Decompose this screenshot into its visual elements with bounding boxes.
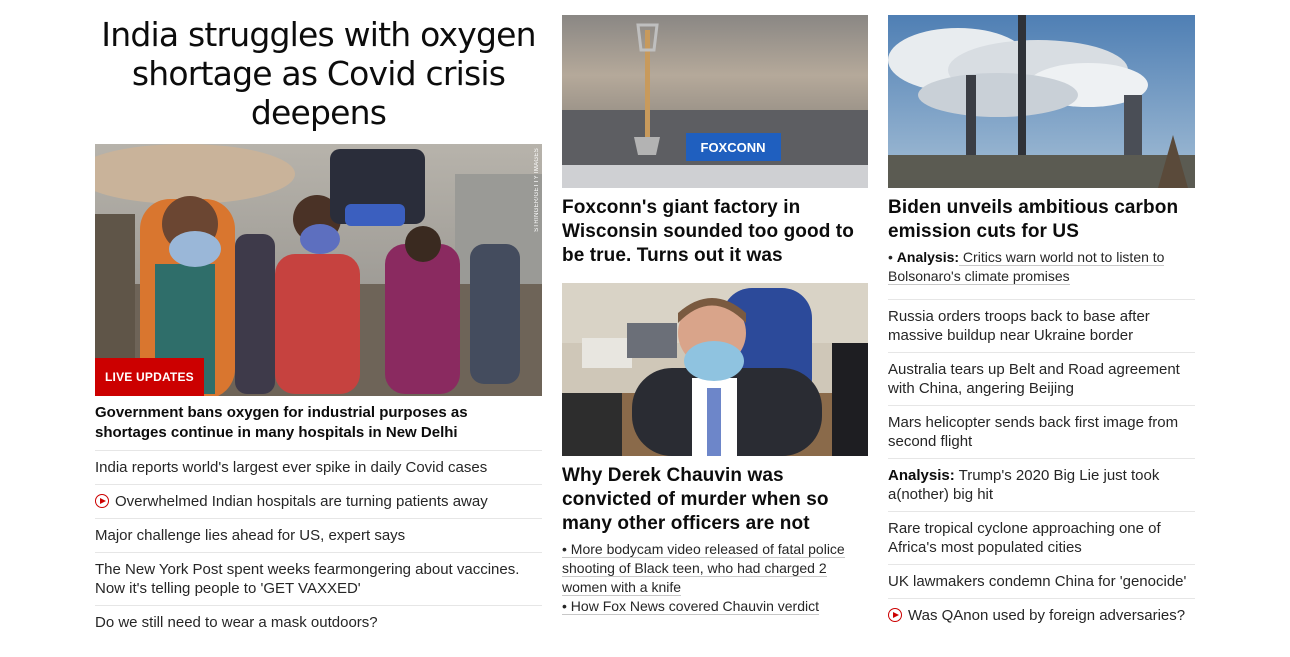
analysis-label: Analysis: xyxy=(896,249,960,265)
list-item-text: Major challenge lies ahead for US, exper… xyxy=(95,527,406,544)
foxconn-headline[interactable]: Foxconn's giant factory in Wisconsin sou… xyxy=(562,196,868,268)
list-item[interactable]: Do we still need to wear a mask outdoors… xyxy=(95,606,542,639)
bullet-text: • How Fox News covered Chauvin verdict xyxy=(562,598,819,615)
list-item[interactable]: Major challenge lies ahead for US, exper… xyxy=(95,519,542,553)
foxconn-sign-text: FOXCONN xyxy=(701,140,766,155)
list-item[interactable]: Was QAnon used by foreign adversaries? xyxy=(888,599,1195,632)
list-item-text: The New York Post spent weeks fearmonger… xyxy=(95,561,520,597)
list-item-text: Was QAnon used by foreign adversaries? xyxy=(908,607,1186,624)
chauvin-headline[interactable]: Why Derek Chauvin was convicted of murde… xyxy=(562,464,868,536)
video-play-icon xyxy=(95,494,109,508)
foxconn-image[interactable]: FOXCONN xyxy=(562,15,868,188)
list-item[interactable]: Analysis: Trump's 2020 Big Lie just took… xyxy=(888,459,1195,512)
emissions-image[interactable] xyxy=(888,15,1195,188)
list-item[interactable]: The New York Post spent weeks fearmonger… xyxy=(95,553,542,606)
list-item[interactable]: Mars helicopter sends back first image f… xyxy=(888,406,1195,459)
bullet-prefix: • xyxy=(888,249,897,265)
list-item-text: Russia orders troops back to base after … xyxy=(888,308,1150,344)
chauvin-bullets: • More bodycam video released of fatal p… xyxy=(562,540,868,616)
foxconn-photo: FOXCONN xyxy=(562,15,868,188)
lead-story-column: India struggles with oxygen shortage as … xyxy=(95,0,542,639)
list-item-text: India reports world's largest ever spike… xyxy=(95,459,488,476)
list-item-text: UK lawmakers condemn China for 'genocide… xyxy=(888,573,1187,590)
list-item-text: Overwhelmed Indian hospitals are turning… xyxy=(115,493,488,510)
list-item-text: Do we still need to wear a mask outdoors… xyxy=(95,614,378,631)
list-item[interactable]: UK lawmakers condemn China for 'genocide… xyxy=(888,565,1195,599)
list-item[interactable]: Australia tears up Belt and Road agreeme… xyxy=(888,353,1195,406)
chauvin-image[interactable] xyxy=(562,283,868,456)
biden-bullets: • Analysis: Critics warn world not to li… xyxy=(888,248,1195,286)
list-item[interactable]: India reports world's largest ever spike… xyxy=(95,451,542,485)
list-item[interactable]: Russia orders troops back to base after … xyxy=(888,300,1195,353)
bullet-text: • More bodycam video released of fatal p… xyxy=(562,541,845,596)
video-play-icon xyxy=(888,608,902,622)
list-item[interactable]: Overwhelmed Indian hospitals are turning… xyxy=(95,485,542,519)
bullet-link[interactable]: • More bodycam video released of fatal p… xyxy=(562,540,868,597)
live-updates-badge[interactable]: LIVE UPDATES xyxy=(95,358,204,396)
middle-column: FOXCONN Foxconn's giant factory in Wisco… xyxy=(562,0,868,616)
photo-credit: STRINGER/GETTY IMAGES xyxy=(534,148,540,232)
lead-story-list: India reports world's largest ever spike… xyxy=(95,451,542,639)
right-story-list: Russia orders troops back to base after … xyxy=(888,299,1195,632)
chauvin-photo xyxy=(562,283,868,456)
list-item-text: Australia tears up Belt and Road agreeme… xyxy=(888,361,1180,397)
emissions-photo xyxy=(888,15,1195,188)
lead-subheadline[interactable]: Government bans oxygen for industrial pu… xyxy=(95,396,542,451)
analysis-label: Analysis: xyxy=(888,467,955,484)
bullet-link[interactable]: • How Fox News covered Chauvin verdict xyxy=(562,597,868,616)
list-item-text: Mars helicopter sends back first image f… xyxy=(888,414,1179,450)
lead-image[interactable]: STRINGER/GETTY IMAGES LIVE UPDATES xyxy=(95,144,542,396)
list-item-text: Rare tropical cyclone approaching one of… xyxy=(888,520,1161,556)
biden-headline[interactable]: Biden unveils ambitious carbon emission … xyxy=(888,196,1195,244)
lead-headline[interactable]: India struggles with oxygen shortage as … xyxy=(95,15,542,132)
list-item[interactable]: Rare tropical cyclone approaching one of… xyxy=(888,512,1195,565)
bullet-link[interactable]: • Analysis: Critics warn world not to li… xyxy=(888,248,1195,286)
right-column: Biden unveils ambitious carbon emission … xyxy=(888,0,1195,632)
